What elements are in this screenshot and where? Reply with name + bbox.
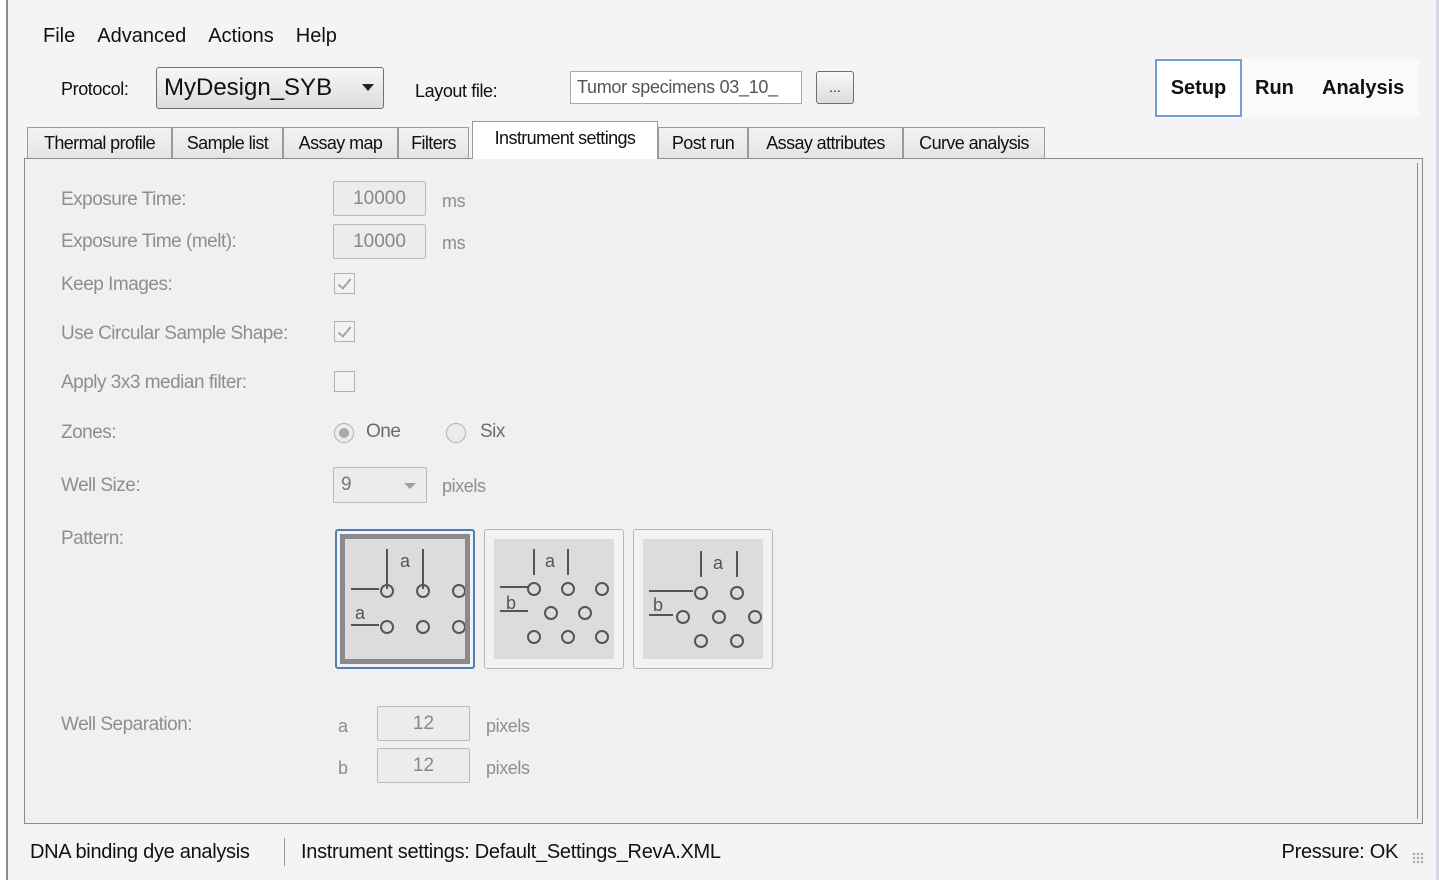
exposure-time-unit: ms xyxy=(442,191,466,211)
pattern-square-preview: a a xyxy=(340,534,470,664)
layout-file-label: Layout file: xyxy=(415,81,498,101)
menu-actions[interactable]: Actions xyxy=(203,22,291,50)
tab-curve-analysis[interactable]: Curve analysis xyxy=(903,127,1045,158)
zones-one-label: One xyxy=(366,421,401,442)
keep-images-label: Keep Images: xyxy=(61,274,173,295)
pattern-a-label: a xyxy=(713,553,724,573)
exposure-time-melt-unit: ms xyxy=(442,233,466,253)
pattern-option-hex-horizontal[interactable]: a b xyxy=(484,529,624,669)
status-settings-file: Instrument settings: Default_Settings_Re… xyxy=(301,841,721,863)
zones-one-radio[interactable] xyxy=(334,423,354,443)
exposure-time-label: Exposure Time: xyxy=(61,189,187,210)
chevron-down-icon xyxy=(404,483,416,489)
layout-file-input[interactable]: Tumor specimens 03_10_ xyxy=(570,71,802,104)
menu-bar: File Advanced Actions Help xyxy=(38,22,354,50)
protocol-value: MyDesign_SYB xyxy=(164,74,333,101)
pattern-a-label: a xyxy=(355,603,366,623)
status-pressure: Pressure: OK xyxy=(1281,841,1399,863)
mode-tab-analysis[interactable]: Analysis xyxy=(1322,59,1404,117)
pattern-b-label: b xyxy=(653,595,663,615)
well-separation-b-unit: pixels xyxy=(486,758,530,778)
status-separator xyxy=(284,838,285,866)
pattern-option-square[interactable]: a a xyxy=(335,529,475,669)
menu-file[interactable]: File xyxy=(38,22,92,50)
well-size-unit: pixels xyxy=(442,476,486,496)
menu-advanced[interactable]: Advanced xyxy=(92,22,203,50)
tab-sample-list[interactable]: Sample list xyxy=(172,127,283,158)
tab-thermal-profile[interactable]: Thermal profile xyxy=(27,127,172,158)
pattern-hex-v-preview: a b xyxy=(643,539,763,659)
tab-post-run[interactable]: Post run xyxy=(658,127,748,158)
protocol-label: Protocol: xyxy=(61,79,129,99)
mode-tab-setup[interactable]: Setup xyxy=(1155,59,1242,117)
well-separation-a-unit: pixels xyxy=(486,716,530,736)
pattern-square-icon: a a xyxy=(351,549,465,634)
well-separation-a-input[interactable]: 12 xyxy=(377,706,470,741)
well-separation-b-input[interactable]: 12 xyxy=(377,748,470,783)
protocol-dropdown[interactable]: MyDesign_SYB xyxy=(156,67,384,109)
chevron-down-icon xyxy=(362,84,374,91)
median-filter-label: Apply 3x3 median filter: xyxy=(61,372,247,393)
resize-grip-icon[interactable] xyxy=(1412,852,1424,864)
menu-help[interactable]: Help xyxy=(291,22,354,50)
pattern-b-label: b xyxy=(506,593,516,613)
well-separation-a-label: a xyxy=(338,716,348,736)
browse-layout-button[interactable]: ... xyxy=(816,71,854,104)
mode-tabs: Setup Run Analysis xyxy=(1155,59,1419,117)
tab-filters[interactable]: Filters xyxy=(398,127,469,158)
status-bar: DNA binding dye analysis Instrument sett… xyxy=(24,832,1432,872)
mode-tab-run[interactable]: Run xyxy=(1255,59,1294,117)
pattern-label: Pattern: xyxy=(61,528,124,549)
check-icon xyxy=(337,275,352,290)
status-mode: DNA binding dye analysis xyxy=(30,841,250,863)
tab-assay-map[interactable]: Assay map xyxy=(283,127,398,158)
pattern-a-label: a xyxy=(400,551,411,571)
panel-border xyxy=(1417,163,1418,819)
well-size-label: Well Size: xyxy=(61,475,141,496)
zones-six-radio[interactable] xyxy=(446,423,466,443)
pattern-hex-h-icon: a b xyxy=(500,549,609,644)
keep-images-checkbox[interactable] xyxy=(334,273,355,294)
circular-shape-checkbox[interactable] xyxy=(334,321,355,342)
zones-six-label: Six xyxy=(480,421,505,442)
pattern-a-label: a xyxy=(545,551,556,571)
check-icon xyxy=(337,323,352,338)
exposure-time-melt-label: Exposure Time (melt): xyxy=(61,231,237,252)
well-size-dropdown[interactable]: 9 xyxy=(333,467,427,503)
pattern-hex-h-preview: a b xyxy=(494,539,614,659)
tab-assay-attributes[interactable]: Assay attributes xyxy=(748,127,903,158)
tab-instrument-settings[interactable]: Instrument settings xyxy=(472,121,658,159)
well-size-value: 9 xyxy=(341,474,352,495)
well-separation-label: Well Separation: xyxy=(61,714,193,735)
pattern-option-hex-vertical[interactable]: a b xyxy=(633,529,773,669)
well-separation-b-label: b xyxy=(338,758,348,778)
pattern-hex-v-icon: a b xyxy=(649,551,762,648)
circular-shape-label: Use Circular Sample Shape: xyxy=(61,323,288,344)
median-filter-checkbox[interactable] xyxy=(334,371,355,392)
exposure-time-melt-input[interactable]: 10000 xyxy=(333,224,426,259)
zones-label: Zones: xyxy=(61,422,117,443)
exposure-time-input[interactable]: 10000 xyxy=(333,181,426,216)
instrument-settings-panel xyxy=(24,158,1423,824)
